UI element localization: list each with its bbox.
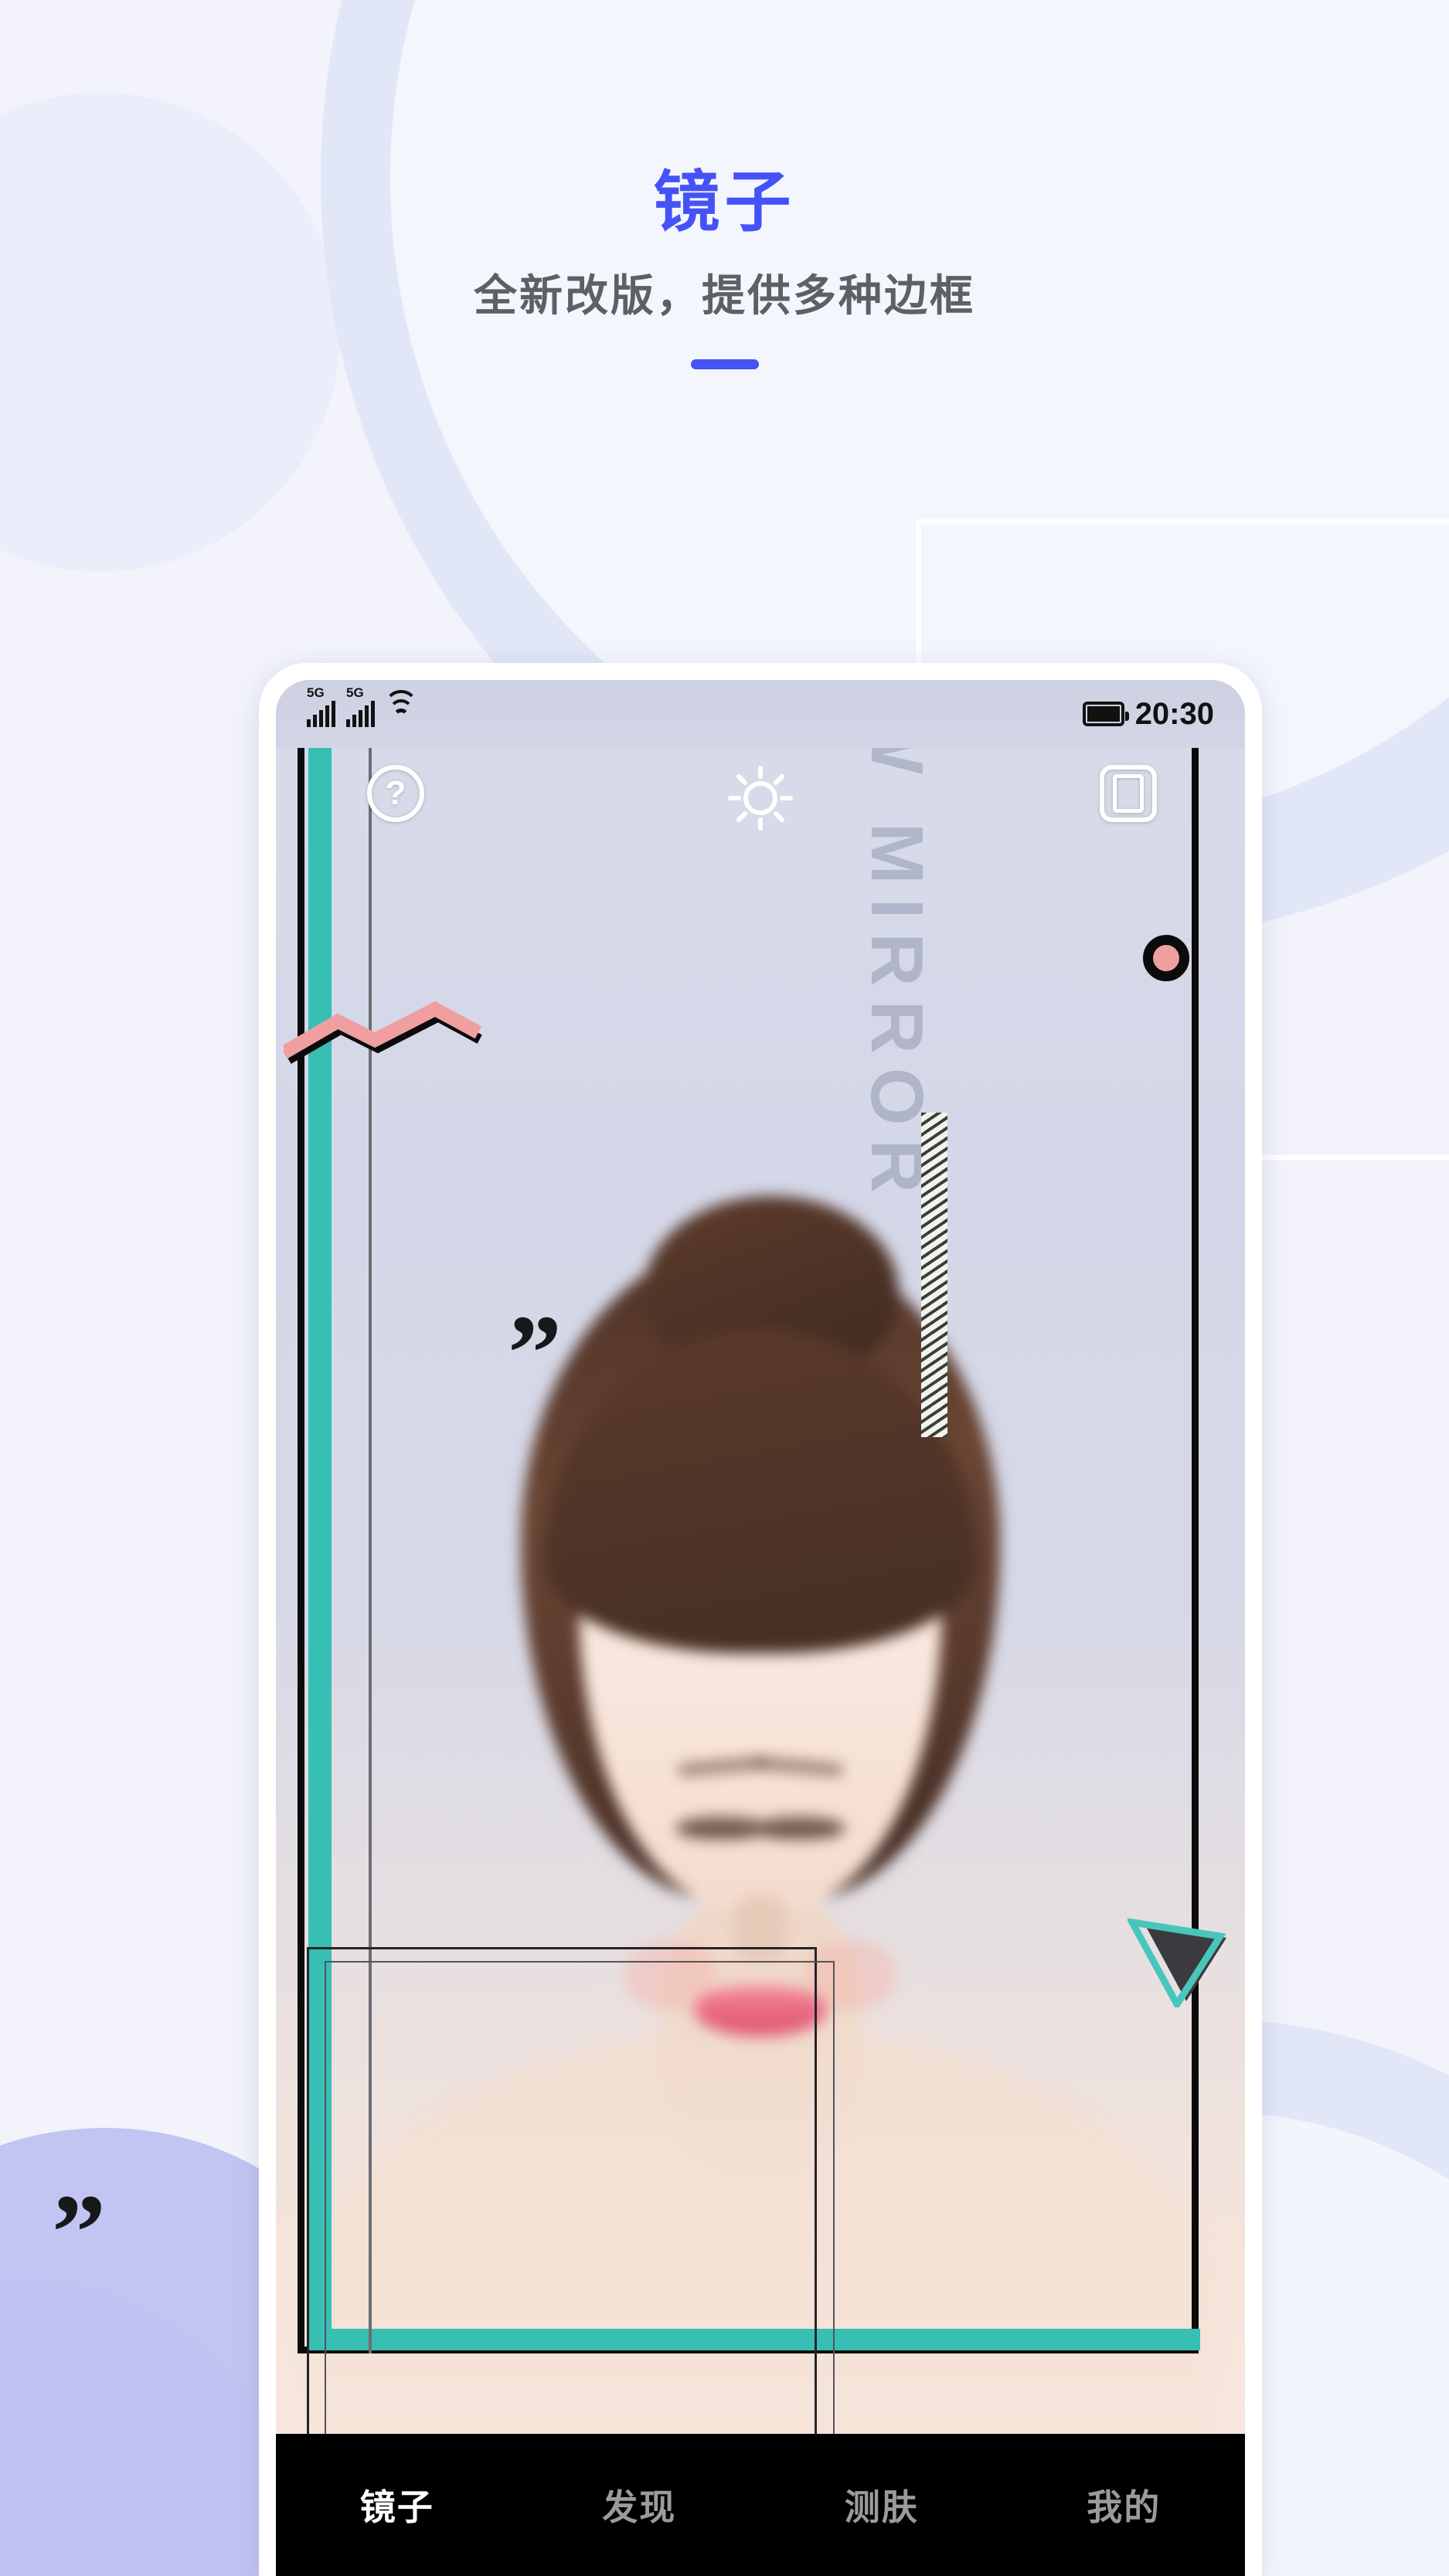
page-title: 镜子: [653, 165, 796, 240]
status-bar-right: 20:30: [1082, 696, 1214, 732]
signal-icon-sim1: 5G: [307, 685, 335, 727]
nav-item-profile[interactable]: 我的: [1003, 2479, 1246, 2530]
nav-item-skin-test[interactable]: 测肤: [760, 2479, 1003, 2530]
hatched-strip: [921, 1113, 947, 1437]
status-bar: 5G 5G 20:30: [276, 680, 1245, 748]
battery-icon: [1082, 702, 1129, 726]
portrait-eye-right: [753, 1816, 845, 1839]
help-icon[interactable]: ?: [367, 765, 424, 822]
wifi-icon: [384, 690, 418, 727]
nav-item-discover[interactable]: 发现: [519, 2479, 761, 2530]
bottom-navigation: 镜子 发现 测肤 我的: [276, 2434, 1245, 2576]
phone-mockup: HW MIRROR ” ? 5G 5G 20:30 镜子 发现 测肤 我的 ”: [52, 663, 1262, 2576]
status-bar-left: 5G 5G: [307, 685, 418, 727]
header: 镜子 全新改版，提供多种边框: [0, 166, 1449, 369]
network-label-sim2: 5G: [346, 685, 364, 700]
frame-select-icon[interactable]: [1100, 765, 1157, 822]
status-bar-time: 20:30: [1134, 696, 1214, 731]
network-label-sim1: 5G: [307, 685, 325, 700]
nav-item-mirror[interactable]: 镜子: [276, 2479, 519, 2530]
page-root: 镜子 全新改版，提供多种边框 HW MIRROR ” ? 5G 5G 20:30…: [0, 0, 1449, 2576]
page-subtitle: 全新改版，提供多种边框: [474, 270, 975, 320]
signal-icon-sim2: 5G: [346, 685, 375, 727]
brightness-sun-icon[interactable]: [727, 765, 794, 831]
mirror-toolbar: ?: [276, 765, 1245, 834]
header-divider: [690, 359, 759, 369]
portrait-brow-right: [750, 1755, 844, 1777]
